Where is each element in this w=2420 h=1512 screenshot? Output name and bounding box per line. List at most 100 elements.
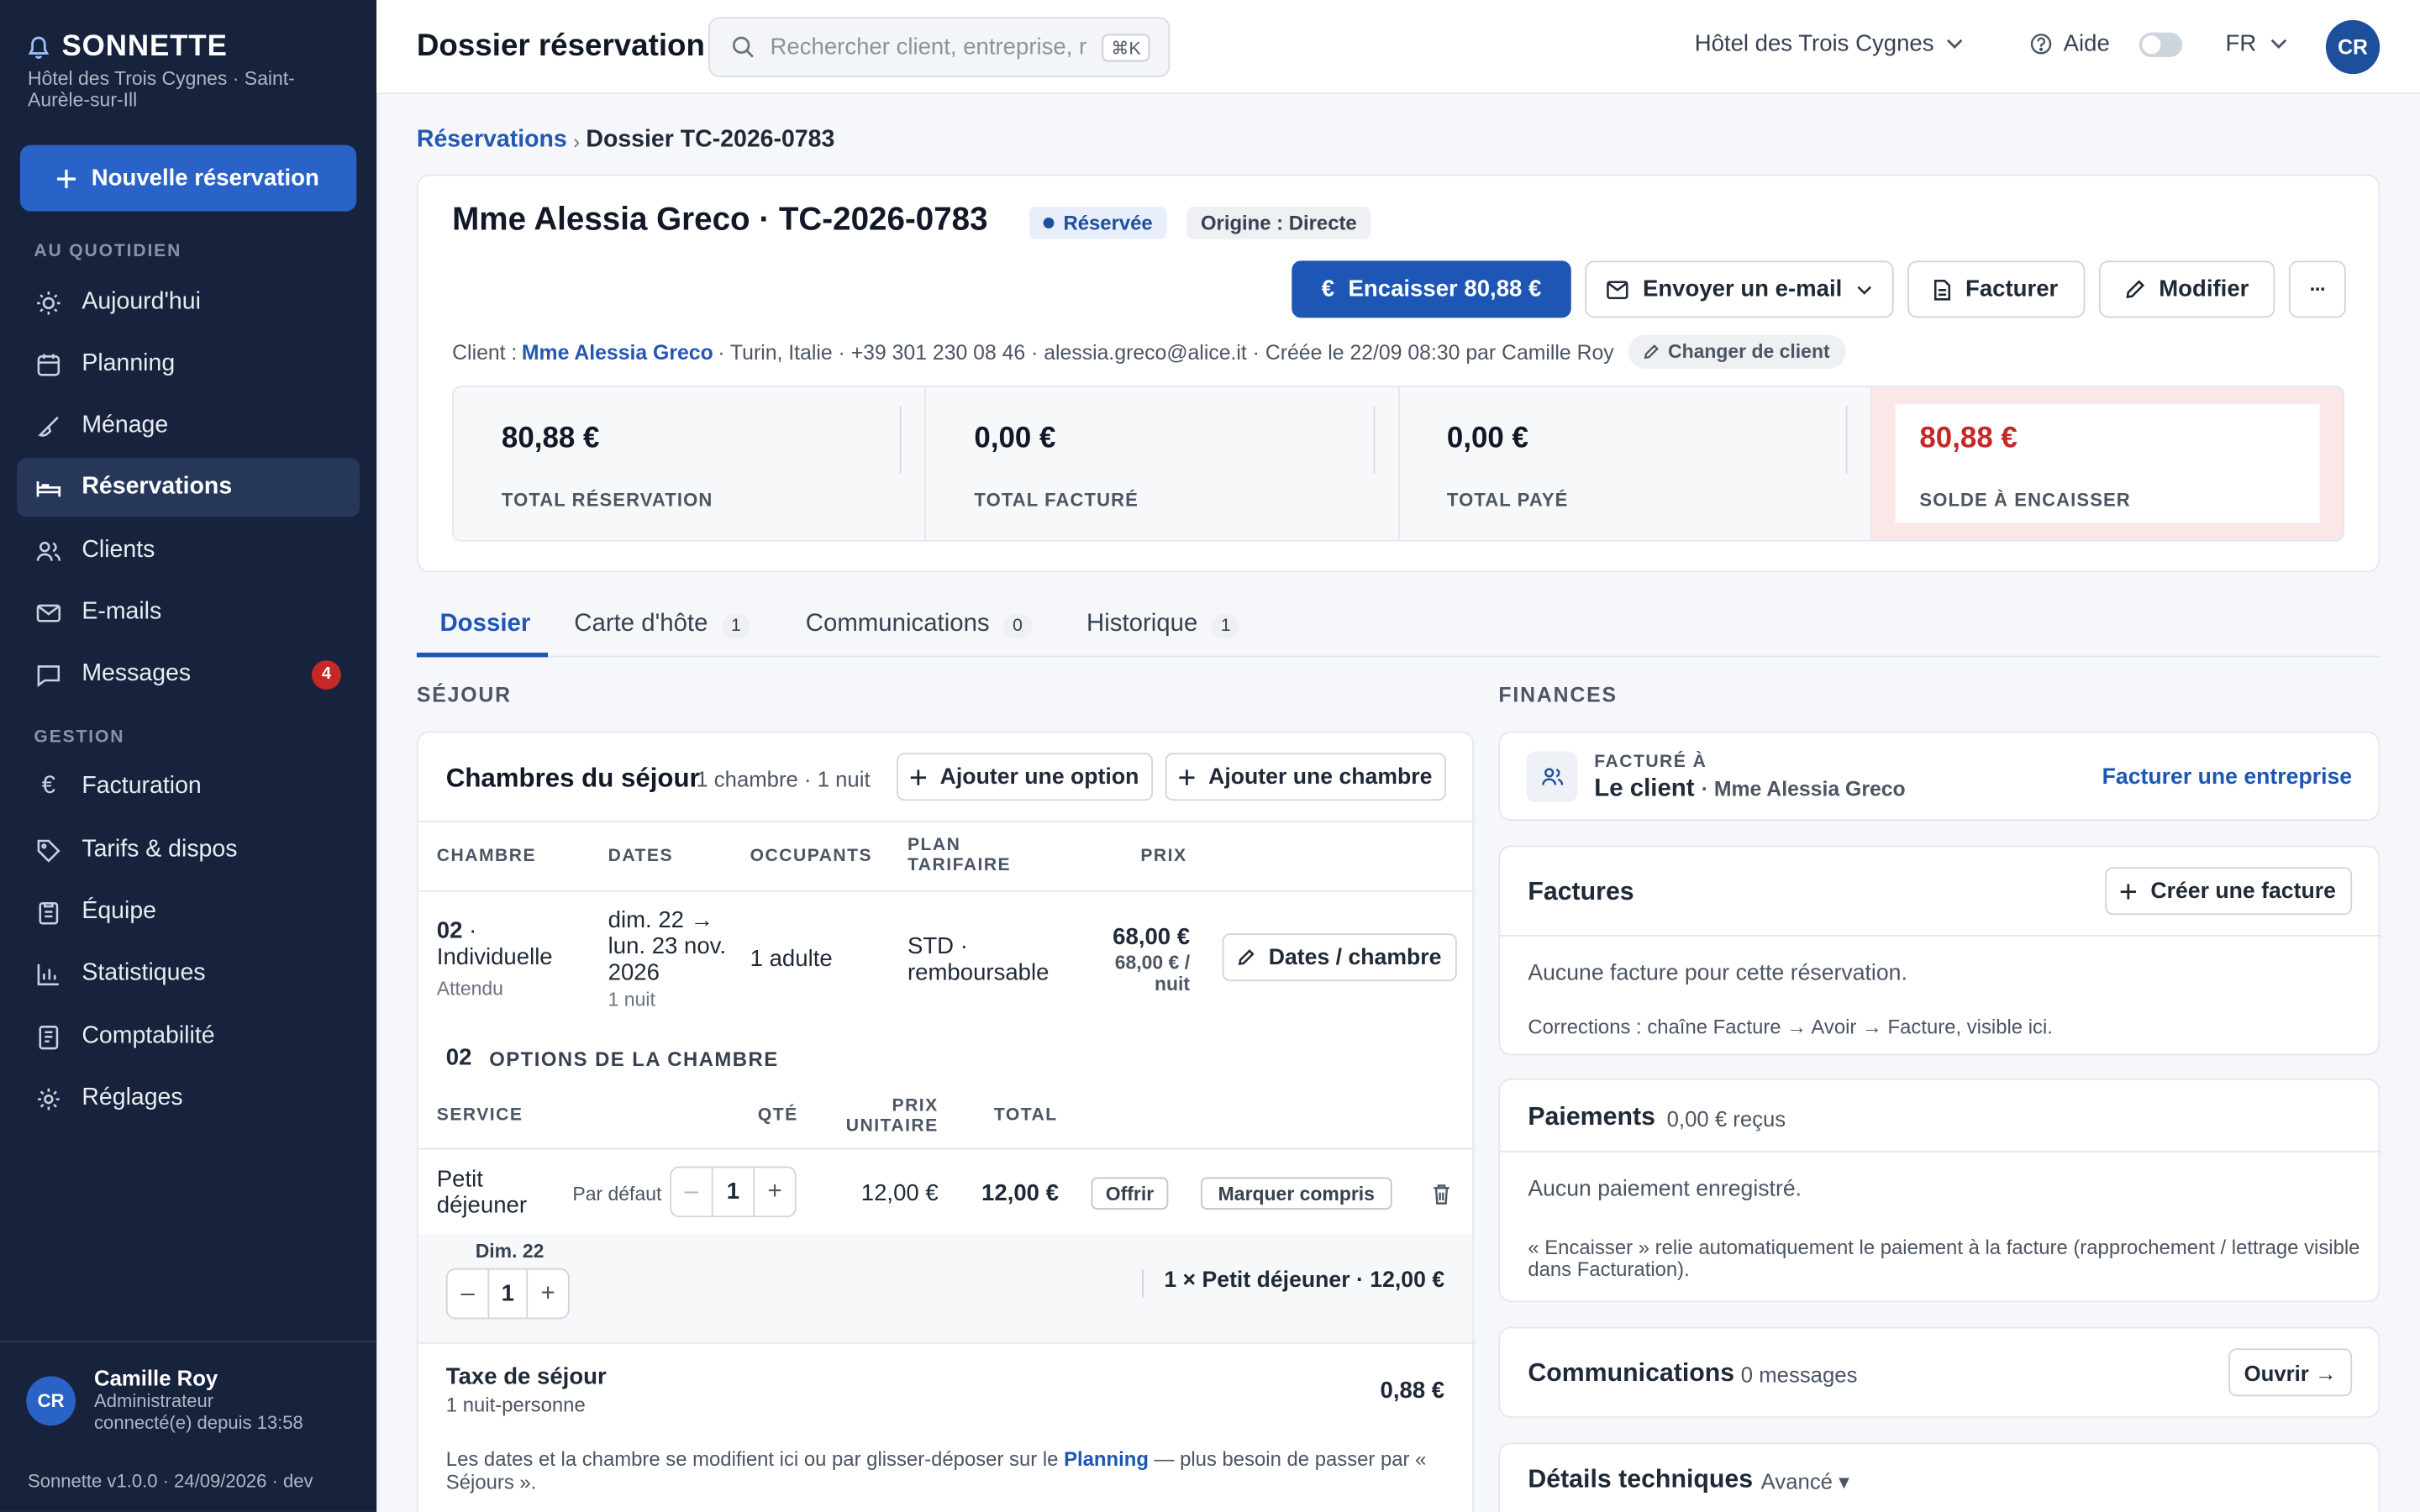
- col-price: PRIX: [1140, 847, 1187, 866]
- dates-room-button[interactable]: Dates / chambre: [1222, 933, 1457, 982]
- sidebar-item-today[interactable]: Aujourd'hui: [17, 273, 360, 332]
- divider: [1500, 1151, 2382, 1153]
- add-option-button[interactable]: Ajouter une option: [897, 753, 1154, 801]
- create-invoice-button[interactable]: Créer une facture: [2105, 867, 2353, 916]
- sidebar-item-label: Ménage: [82, 412, 169, 438]
- tax-amount: 0,88 €: [1380, 1378, 1445, 1404]
- breadcrumb: Réservations › Dossier TC-2026-0783: [417, 127, 834, 155]
- invoice-button-label: Facturer: [1965, 276, 2059, 302]
- tab-communications[interactable]: Communications 0: [806, 599, 1032, 658]
- search-box[interactable]: ⌘K: [708, 17, 1171, 77]
- help-toggle[interactable]: Aide: [2029, 31, 2183, 57]
- mail-icon: [1607, 280, 1629, 299]
- tab-dossier[interactable]: Dossier: [416, 599, 549, 658]
- divider: [418, 821, 1476, 822]
- language-selector[interactable]: FR: [2226, 31, 2287, 57]
- breadcrumb-reservations[interactable]: Réservations: [417, 127, 567, 155]
- status-dot: [1043, 217, 1055, 228]
- chevron-down-icon: [1856, 285, 1871, 294]
- add-room-button[interactable]: Ajouter une chambre: [1165, 753, 1446, 801]
- help-switch[interactable]: [2139, 31, 2183, 57]
- offer-button[interactable]: Offrir: [1091, 1177, 1169, 1210]
- open-communications-button[interactable]: Ouvrir →: [2228, 1348, 2353, 1397]
- search-icon: [732, 35, 755, 59]
- sidebar-item-billing[interactable]: € Facturation: [17, 758, 360, 816]
- sidebar-item-clients[interactable]: Clients: [17, 522, 360, 580]
- tab-count: 1: [1211, 614, 1240, 639]
- hotel-selector[interactable]: Hôtel des Trois Cygnes: [1695, 31, 1964, 57]
- payments-card: Paiements 0,00 € reçus Aucun paiement en…: [1498, 1078, 2382, 1303]
- tab-history[interactable]: Historique 1: [1086, 599, 1240, 658]
- invoice-button[interactable]: Facturer: [1907, 260, 2086, 318]
- reservation-header: Mme Alessia Greco · TC-2026-0783 Réservé…: [416, 174, 2381, 573]
- section-manage: GESTION: [34, 727, 125, 747]
- option-day: Dim. 22: [475, 1240, 544, 1263]
- total-paid: 0,00 € TOTAL PAYÉ: [1399, 387, 1872, 540]
- option-qty: 1: [711, 1168, 755, 1216]
- sidebar-item-emails[interactable]: E-mails: [17, 583, 360, 642]
- planning-link[interactable]: Planning: [1064, 1447, 1149, 1471]
- client-link[interactable]: Mme Alessia Greco: [522, 340, 713, 364]
- avatar[interactable]: CR: [2325, 19, 2381, 75]
- room-dates: dim. 22 → lun. 23 nov. 2026: [608, 906, 727, 986]
- room-nights: 1 nuit: [608, 989, 655, 1011]
- new-reservation-button[interactable]: Nouvelle réservation: [19, 144, 357, 212]
- sidebar-item-rates[interactable]: Tarifs & dispos: [17, 821, 360, 879]
- no-invoice-text: Aucune facture pour cette réservation.: [1528, 961, 1907, 986]
- sidebar-item-housekeeping[interactable]: Ménage: [17, 396, 360, 455]
- total-amount: 0,00 €: [974, 423, 1056, 455]
- sidebar-item-reservations[interactable]: Réservations: [17, 458, 360, 517]
- plus-icon: [2121, 883, 2137, 899]
- calendar-icon: [35, 351, 61, 377]
- room-status: Attendu: [436, 978, 503, 1000]
- search-input[interactable]: [770, 34, 1087, 60]
- app-version: Sonnette v1.0.0 · 24/09/2026 · dev: [28, 1470, 313, 1493]
- tab-count: 1: [721, 614, 750, 639]
- create-invoice-label: Créer une facture: [2150, 879, 2336, 904]
- change-client-label: Changer de client: [1667, 340, 1830, 363]
- add-option-label: Ajouter une option: [939, 764, 1139, 790]
- day-qty-stepper[interactable]: – 1 +: [445, 1268, 570, 1320]
- edit-button-label: Modifier: [2159, 276, 2249, 302]
- tab-guest-card[interactable]: Carte d'hôte 1: [574, 599, 750, 658]
- sidebar-item-accounting[interactable]: Comptabilité: [17, 1007, 360, 1066]
- col-rate-plan: PLAN TARIFAIRE: [907, 836, 1012, 875]
- col-room: CHAMBRE: [436, 847, 537, 866]
- minus-button[interactable]: –: [448, 1270, 488, 1318]
- sidebar-item-messages[interactable]: Messages 4: [17, 645, 360, 704]
- sidebar-item-stats[interactable]: Statistiques: [17, 944, 360, 1003]
- cash-button[interactable]: € Encaisser 80,88 €: [1292, 260, 1571, 318]
- edit-button[interactable]: Modifier: [2098, 260, 2275, 318]
- avatar: CR: [26, 1376, 76, 1426]
- send-email-button[interactable]: Envoyer un e-mail: [1585, 260, 1894, 318]
- change-client-button[interactable]: Changer de client: [1628, 334, 1846, 369]
- option-qty-stepper[interactable]: – 1 +: [670, 1166, 797, 1218]
- tab-label: Communications: [805, 611, 990, 638]
- brand: SONNETTE: [28, 31, 228, 65]
- finances-section-title: FINANCES: [1498, 683, 1618, 707]
- sidebar-item-label: Tarifs & dispos: [82, 836, 238, 863]
- bill-company-link[interactable]: Facturer une entreprise: [2102, 765, 2353, 790]
- users-icon: [35, 538, 61, 564]
- advanced-toggle[interactable]: Avancé ▾: [1761, 1469, 1849, 1495]
- divider: [900, 406, 902, 474]
- mark-included-button[interactable]: Marquer compris: [1200, 1177, 1392, 1210]
- option-day-summary: 1 × Petit déjeuner · 12,00 €: [1164, 1268, 1445, 1294]
- minus-button[interactable]: –: [671, 1168, 712, 1215]
- mail-icon: [35, 600, 61, 626]
- hotel-name: Hôtel des Trois Cygnes · Saint-Aurèle-su…: [28, 67, 295, 112]
- plus-button[interactable]: +: [528, 1270, 568, 1318]
- current-user[interactable]: CR Camille Roy Administrateur connecté(e…: [26, 1365, 303, 1433]
- chart-icon: [35, 960, 61, 986]
- client-details: · Turin, Italie · +39 301 230 08 46 · al…: [718, 339, 1614, 364]
- plus-button[interactable]: +: [755, 1168, 795, 1215]
- divider: [1142, 1269, 1144, 1298]
- status-label: Réservée: [1063, 211, 1153, 235]
- more-actions-button[interactable]: ···: [2288, 260, 2346, 318]
- sidebar-item-team[interactable]: Équipe: [17, 883, 360, 942]
- sidebar-item-settings[interactable]: Réglages: [17, 1069, 360, 1128]
- sidebar-item-planning[interactable]: Planning: [17, 335, 360, 394]
- trash-icon[interactable]: [1432, 1184, 1450, 1205]
- sidebar-divider: [0, 1341, 377, 1342]
- option-day-panel: Dim. 22 – 1 + 1 × Petit déjeuner · 12,00…: [418, 1234, 1473, 1342]
